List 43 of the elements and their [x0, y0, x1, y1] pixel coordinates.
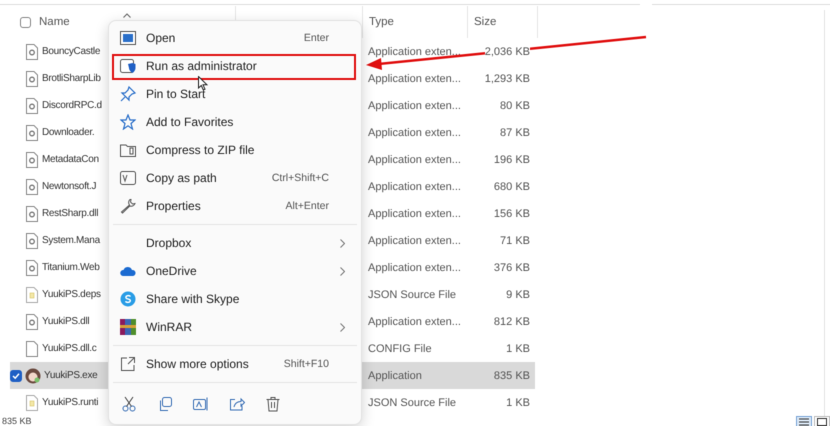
file-size: 835 KB — [494, 370, 530, 382]
file-name: YuukiPS.deps — [42, 289, 101, 300]
file-name: BouncyCastle — [42, 46, 100, 57]
file-size: 1,293 KB — [484, 72, 530, 84]
file-name: DiscordRPC.d — [42, 100, 102, 111]
file-name: Newtonsoft.J — [42, 181, 96, 192]
file-type: Application exten... — [368, 154, 461, 166]
file-type: Application exten... — [368, 262, 461, 274]
file-name: MetadataCon — [42, 154, 99, 165]
file-type: Application exten... — [368, 46, 461, 58]
file-type: Application exten... — [368, 72, 461, 84]
status-text: 835 KB — [2, 416, 32, 426]
file-size: 87 KB — [500, 126, 530, 138]
file-name: Titanium.Web — [42, 262, 100, 273]
file-size: 80 KB — [500, 100, 530, 112]
file-size: 2,036 KB — [484, 46, 530, 58]
file-type: Application exten... — [368, 100, 461, 112]
file-size: 71 KB — [500, 234, 530, 246]
file-name: YuukiPS.runti — [42, 397, 98, 408]
file-type: Application exten... — [368, 180, 461, 192]
file-name: System.Mana — [42, 235, 100, 246]
file-size: 1 KB — [506, 396, 530, 408]
file-size: 812 KB — [494, 316, 530, 328]
file-type: Application exten... — [368, 316, 461, 328]
file-size: 9 KB — [506, 288, 530, 300]
file-size: 376 KB — [494, 262, 530, 274]
file-type: Application exten... — [368, 234, 461, 246]
file-type: JSON Source File — [368, 396, 456, 408]
file-name: Downloader. — [42, 127, 94, 138]
file-type: JSON Source File — [368, 288, 456, 300]
file-name: BrotliSharpLib — [42, 73, 101, 84]
file-type: Application exten... — [368, 208, 461, 220]
file-name: YuukiPS.dll.c — [42, 343, 96, 354]
file-type: Application — [368, 370, 422, 382]
file-name: YuukiPS.dll — [42, 316, 90, 327]
file-name: YuukiPS.exe — [44, 370, 98, 381]
file-type: CONFIG File — [368, 342, 432, 354]
file-size: 1 KB — [506, 342, 530, 354]
file-size: 680 KB — [494, 180, 530, 192]
file-type: Application exten... — [368, 126, 461, 138]
file-name: RestSharp.dll — [42, 208, 98, 219]
file-size: 196 KB — [494, 154, 530, 166]
file-size: 156 KB — [494, 208, 530, 220]
